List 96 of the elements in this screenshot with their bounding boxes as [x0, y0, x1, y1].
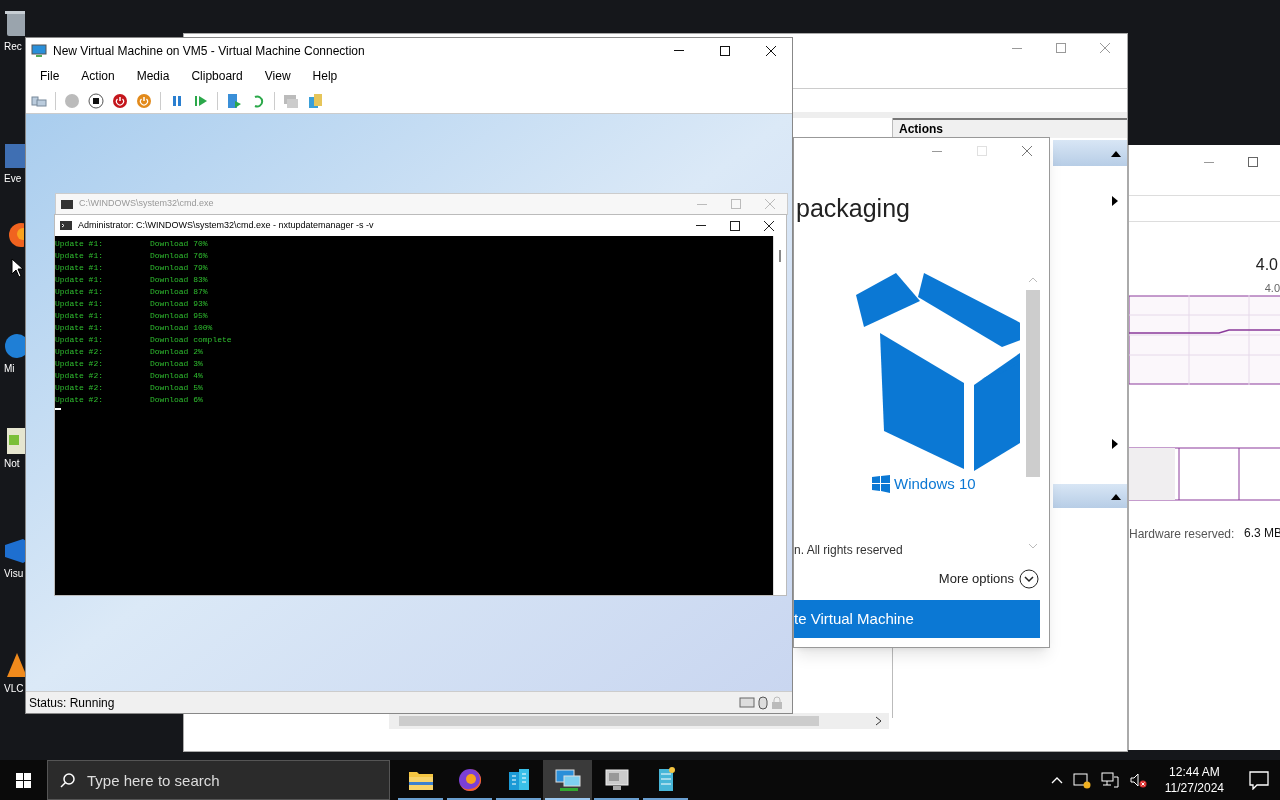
copyright-text: n. All rights reserved: [794, 542, 904, 558]
console-line-label: Update #1:: [55, 238, 104, 250]
graph-max-label: 4.0: [1264, 281, 1280, 296]
console-line-text: Download 87%: [150, 286, 208, 298]
console-line-text: Download 95%: [150, 310, 208, 322]
desktop-icon[interactable]: [5, 425, 25, 457]
menu-item[interactable]: Action: [81, 66, 115, 85]
console-line-text: Download complete: [150, 334, 232, 346]
console-line-text: Download 100%: [150, 322, 213, 334]
desktop-icon-label: Rec: [4, 42, 22, 52]
console-line-label: Update #1:: [55, 262, 104, 274]
clock-time: 12:44 AM: [1169, 764, 1220, 780]
status-text: Status: Running: [29, 694, 116, 712]
console-line-label: Update #1:: [55, 298, 104, 310]
windows-logo-icon: [872, 475, 890, 494]
console-line-label: Update #1:: [55, 322, 104, 334]
console-line-text: Download 4%: [150, 370, 203, 382]
start-button[interactable]: [16, 772, 31, 788]
desktop-icon-label: VLC: [4, 684, 24, 694]
scroll-right-icon[interactable]: [875, 716, 883, 726]
horizontal-scrollbar[interactable]: [389, 713, 889, 729]
close-button[interactable]: [763, 219, 775, 232]
share-icon[interactable]: [307, 92, 323, 109]
console-icon: [61, 199, 73, 209]
menu-item[interactable]: View: [264, 66, 291, 85]
console-line-text: Download 5%: [150, 382, 203, 394]
power-icon[interactable]: [112, 92, 128, 109]
console-line-text: Download 2%: [150, 346, 203, 358]
console-line-text: Download 3%: [150, 358, 203, 370]
installer-heading: packaging: [796, 196, 910, 221]
checkpoint-icon[interactable]: [226, 92, 242, 109]
menu-item[interactable]: Clipboard: [191, 66, 243, 85]
clock[interactable]: 12:44 AM 11/27/2024: [1164, 764, 1224, 796]
console-line-text: Download 70%: [150, 238, 208, 250]
search-icon: [60, 772, 76, 788]
console-line-label: Update #2:: [55, 394, 104, 406]
actions-header: Actions: [893, 118, 1127, 138]
close-button[interactable]: [765, 44, 777, 57]
console-line-label: Update #1:: [55, 334, 104, 346]
start-icon[interactable]: [64, 92, 80, 109]
console-line-label: Update #1:: [55, 310, 104, 322]
keyboard-icon: [739, 695, 755, 710]
vm-monitor-icon: [31, 43, 47, 58]
network-icon[interactable]: [1100, 771, 1119, 789]
menu-item[interactable]: Media: [136, 66, 170, 85]
console-line-text: Download 79%: [150, 262, 208, 274]
chevron-up-icon[interactable]: [1050, 775, 1063, 785]
console-line-text: Download 83%: [150, 274, 208, 286]
minimize-button[interactable]: [932, 150, 942, 152]
maximize-button[interactable]: [729, 219, 741, 232]
clock-date: 11/27/2024: [1164, 780, 1224, 796]
console-line-label: Update #1:: [55, 274, 104, 286]
windows-logo-text: Windows 10: [894, 474, 976, 494]
expand-arrow-icon[interactable]: [1112, 196, 1118, 206]
create-vm-button[interactable]: te Virtual Machine: [794, 600, 1040, 638]
speaker-muted-icon[interactable]: [1128, 771, 1147, 789]
desktop-icon-label: Eve: [4, 174, 22, 184]
console-line-label: Update #2:: [55, 382, 104, 394]
shutdown-icon[interactable]: [136, 92, 152, 109]
console-line-text: Download 93%: [150, 298, 208, 310]
window-title: C:\WINDOWS\system32\cmd.exe: [79, 197, 215, 211]
vertical-scrollbar[interactable]: [773, 236, 786, 595]
desktop-icon-label: Visu: [4, 569, 24, 579]
collapse-icon[interactable]: [1111, 494, 1121, 500]
memory-value: 4.0: [1255, 255, 1278, 275]
minimize-button[interactable]: [1012, 47, 1022, 49]
menu-item[interactable]: Help: [312, 66, 338, 85]
window-title: New Virtual Machine on VM5 - Virtual Machine Connection: [53, 42, 366, 60]
expand-arrow-icon[interactable]: [1112, 439, 1118, 449]
console-line-label: Update #2:: [55, 346, 104, 358]
console-line-text: Download 76%: [150, 250, 208, 262]
hardware-reserved-label: Hardware reserved:: [1129, 526, 1235, 543]
console-line-label: Update #2:: [55, 358, 104, 370]
desktop-icon-label: Not: [4, 459, 20, 469]
chevron-down-icon: [1019, 569, 1039, 589]
minimize-button[interactable]: [1204, 161, 1214, 163]
mouse-icon: [758, 695, 768, 710]
network-warning-icon[interactable]: [1072, 771, 1091, 789]
menu-item[interactable]: File: [40, 66, 60, 85]
console-line-text: Download 6%: [150, 394, 203, 406]
console-cursor: [55, 408, 61, 410]
search-field[interactable]: Type here to search: [47, 760, 390, 800]
mouse-pointer-icon: [11, 258, 25, 278]
stop-icon[interactable]: [88, 92, 104, 109]
console-line-label: Update #1:: [55, 286, 104, 298]
taskbar-app-icon[interactable]: [543, 760, 592, 800]
notifications-icon[interactable]: [1248, 770, 1270, 790]
desktop-icon-label: Mi: [4, 364, 15, 374]
console-icon: [60, 221, 72, 230]
maximize-button[interactable]: [719, 44, 731, 57]
window-title: Administrator: C:\WINDOWS\system32\cmd.exe - nxtupdatemanager -s -v: [78, 218, 375, 232]
lock-icon: [771, 695, 783, 710]
collapse-icon[interactable]: [1111, 151, 1121, 157]
console-line-label: Update #1:: [55, 250, 104, 262]
console-line-label: Update #2:: [55, 370, 104, 382]
more-options-button[interactable]: More options: [938, 569, 1039, 589]
